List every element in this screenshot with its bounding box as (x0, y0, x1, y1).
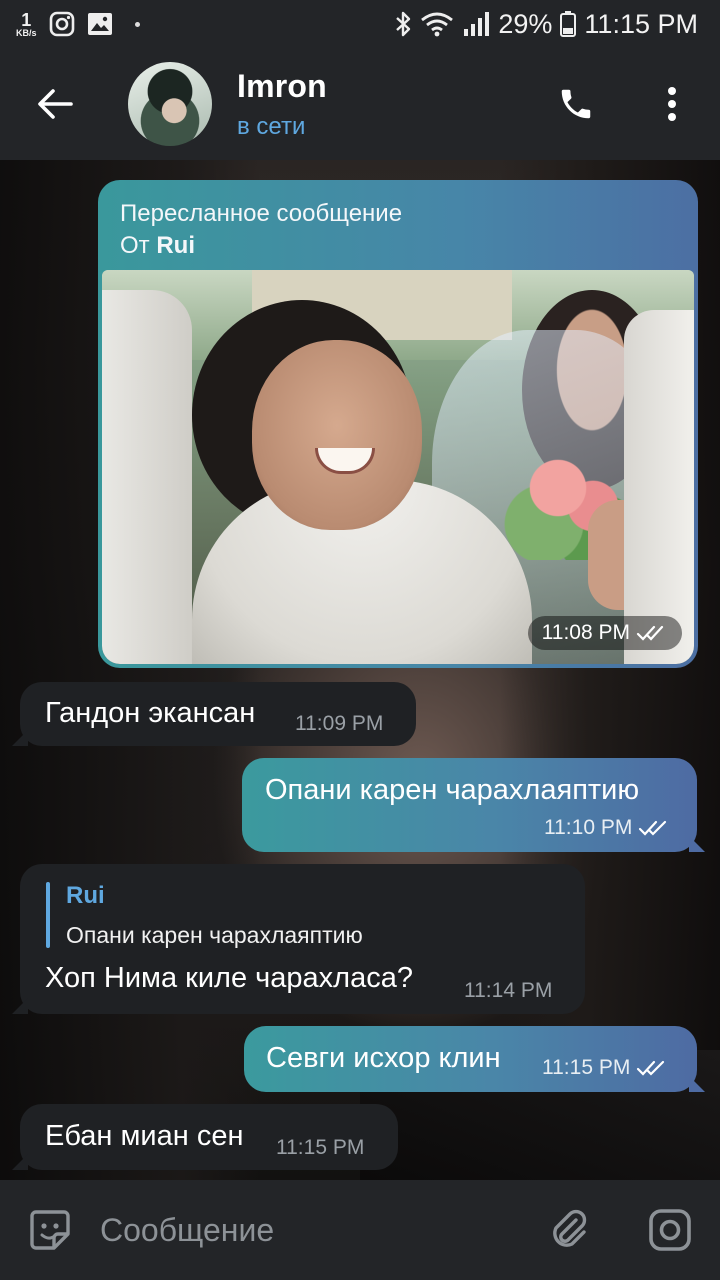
call-button[interactable] (528, 48, 624, 160)
camera-button[interactable] (620, 1180, 720, 1280)
message-text: Опани карен чарахлаяптию (265, 774, 640, 806)
network-speed-value: 1 (21, 9, 32, 30)
forwarded-photo-message[interactable]: Пересланное сообщение От Rui 11:08 PM (98, 180, 698, 668)
chat-header: Imron в сети (0, 48, 720, 160)
incoming-message[interactable]: Гандон экансан 11:09 PM (12, 682, 416, 746)
message-time-group: 11:15 PM (542, 1056, 670, 1080)
message-time-group: 11:10 PM (544, 816, 672, 840)
contact-status: в сети (237, 112, 306, 140)
reply-author[interactable]: Rui (66, 882, 105, 910)
forwarded-from-name: Rui (156, 232, 196, 259)
status-left: 1 KB/s (16, 11, 140, 38)
signal-icon (462, 11, 490, 37)
gallery-icon (87, 12, 113, 36)
contact-avatar[interactable] (128, 62, 212, 146)
sticker-icon (30, 1210, 70, 1250)
phone-icon (561, 89, 591, 119)
message-time: 11:14 PM (464, 979, 553, 1002)
wifi-icon (420, 11, 454, 37)
message-input[interactable] (100, 1180, 520, 1280)
status-right: 29% 11:15 PM (394, 9, 698, 40)
outgoing-message[interactable]: Севги исхор клин 11:15 PM (244, 1026, 705, 1092)
message-text: Ебан миан сен (45, 1120, 244, 1152)
reply-quote-bar (46, 882, 50, 948)
bubble-tail (12, 730, 28, 746)
battery-percent: 29% (498, 8, 553, 39)
forwarded-from-prefix: От (120, 232, 150, 259)
double-check-icon (637, 1061, 665, 1077)
instagram-icon (49, 11, 75, 37)
photo-timestamp: 11:08 PM (527, 616, 682, 650)
bubble-tail (689, 836, 705, 852)
message-text: Гандон экансан (45, 697, 256, 729)
reply-quoted-text[interactable]: Опани карен чарахлаяптию (66, 922, 363, 949)
photo-person-right (624, 310, 694, 664)
bubble-tail (12, 998, 28, 1014)
forwarded-from[interactable]: От Rui (120, 232, 195, 260)
attach-icon (553, 1209, 587, 1247)
photo-person-left (102, 290, 192, 664)
outgoing-message[interactable]: Опани карен чарахлаяптию 11:10 PM (242, 758, 705, 852)
message-time: 11:15 PM (542, 1056, 631, 1079)
contact-name: Imron (237, 67, 327, 104)
bubble-tail (689, 1076, 705, 1092)
more-options-button[interactable] (624, 48, 720, 160)
back-button[interactable] (0, 48, 110, 160)
message-time: 11:10 PM (544, 816, 633, 839)
notification-dot (134, 21, 140, 27)
back-arrow-icon (38, 89, 73, 119)
double-check-icon (639, 821, 667, 837)
bubble-tail (12, 1154, 28, 1170)
sticker-button[interactable] (0, 1180, 100, 1280)
header-actions (528, 48, 720, 160)
incoming-message[interactable]: Ебан миан сен 11:15 PM (12, 1104, 398, 1170)
network-speed: 1 KB/s (16, 11, 37, 38)
bluetooth-icon (394, 10, 412, 38)
double-check-icon (636, 625, 664, 641)
attach-button[interactable] (520, 1180, 620, 1280)
photo-face (252, 340, 422, 530)
battery-icon (560, 11, 577, 37)
message-time: 11:09 PM (295, 712, 384, 735)
forwarded-photo[interactable]: 11:08 PM (102, 270, 694, 664)
incoming-reply-message[interactable]: Rui Опани карен чарахлаяптию Хоп Нима ки… (12, 864, 585, 1014)
forwarded-label: Пересланное сообщение (120, 200, 403, 227)
status-bar: 1 KB/s 29% 11:15 PM (0, 0, 720, 48)
more-vert-icon (668, 87, 676, 121)
status-time: 11:15 PM (584, 8, 698, 39)
message-text: Хоп Нима киле чарахласа? (45, 962, 413, 994)
network-speed-unit: KB/s (16, 27, 37, 38)
message-input-bar (0, 1180, 720, 1280)
message-time: 11:15 PM (276, 1136, 365, 1159)
message-time: 11:08 PM (541, 621, 630, 644)
message-text: Севги исхор клин (266, 1042, 501, 1074)
camera-icon (649, 1209, 691, 1251)
contact-info[interactable]: Imron в сети (237, 68, 327, 141)
